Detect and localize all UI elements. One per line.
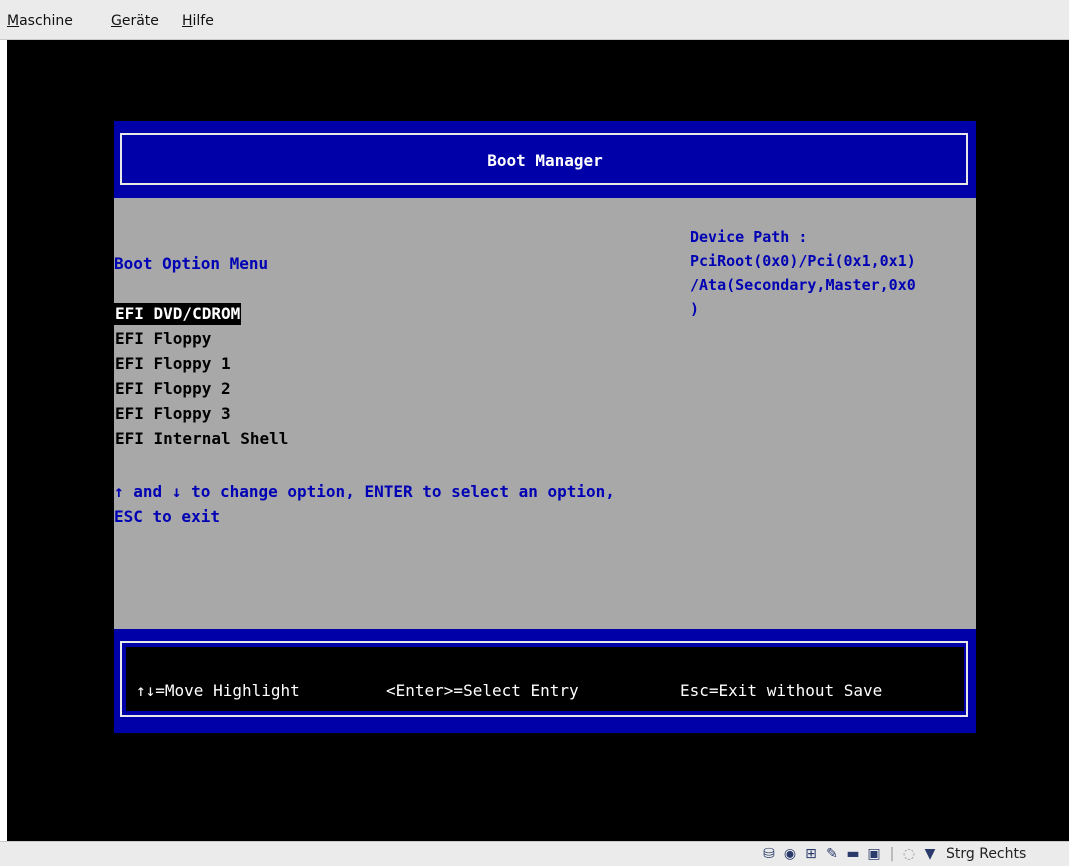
boot-option-item[interactable]: EFI Floppy 2 xyxy=(114,378,232,400)
host-key-icon[interactable]: ▼ xyxy=(922,846,938,862)
mouse-integration-icon[interactable]: ◌ xyxy=(901,846,917,862)
boot-manager-header: Boot Manager xyxy=(114,121,976,198)
vm-statusbar: ⛁ ◉ ⊞ ✎ ▬ ▣ | ◌ ▼ Strg Rechts xyxy=(0,841,1069,866)
separator-icon: | xyxy=(889,846,895,862)
footer-exit-hint: Esc=Exit without Save xyxy=(680,681,883,700)
boot-manager-window: Boot Manager Boot Option Menu EFI DVD/CD… xyxy=(114,121,976,733)
boot-option-item[interactable]: EFI Floppy 1 xyxy=(114,353,232,375)
vm-display[interactable]: Boot Manager Boot Option Menu EFI DVD/CD… xyxy=(7,40,1069,841)
boot-option-item[interactable]: EFI Internal Shell xyxy=(114,428,289,450)
device-path-line-3: ) xyxy=(690,300,700,318)
help-line-2: ESC to exit xyxy=(114,507,220,526)
menu-hilfe[interactable]: Hilfe xyxy=(182,13,214,29)
help-line-1: ↑ and ↓ to change option, ENTER to selec… xyxy=(114,482,615,501)
device-path-label: Device Path : xyxy=(690,228,808,246)
host-key-label: Strg Rechts xyxy=(946,846,1027,862)
boot-manager-footer: ↑↓=Move Highlight <Enter>=Select Entry E… xyxy=(114,629,976,733)
boot-option-item[interactable]: EFI DVD/CDROM xyxy=(114,303,242,325)
hard-disk-icon[interactable]: ⛁ xyxy=(761,846,777,862)
network-icon[interactable]: ⊞ xyxy=(803,846,819,862)
footer-move-hint: ↑↓=Move Highlight xyxy=(136,681,300,700)
footer-inner xyxy=(126,647,964,711)
device-path-line-2: /Ata(Secondary,Master,0x0 xyxy=(690,276,916,294)
footer-select-hint: <Enter>=Select Entry xyxy=(386,681,579,700)
menu-maschine[interactable]: Maschine xyxy=(7,13,73,29)
shared-folder-icon[interactable]: ▬ xyxy=(845,846,861,862)
boot-option-item[interactable]: EFI Floppy xyxy=(114,328,212,350)
vm-menubar: Maschine Geräte Hilfe xyxy=(0,0,1069,40)
boot-manager-title: Boot Manager xyxy=(487,151,603,170)
menu-geraete[interactable]: Geräte xyxy=(111,13,159,29)
usb-icon[interactable]: ✎ xyxy=(824,846,840,862)
optical-drive-icon[interactable]: ◉ xyxy=(782,846,798,862)
boot-option-menu-title: Boot Option Menu xyxy=(114,254,269,273)
device-path-line-1: PciRoot(0x0)/Pci(0x1,0x1) xyxy=(690,252,916,270)
boot-option-item[interactable]: EFI Floppy 3 xyxy=(114,403,232,425)
display-icon[interactable]: ▣ xyxy=(866,846,882,862)
